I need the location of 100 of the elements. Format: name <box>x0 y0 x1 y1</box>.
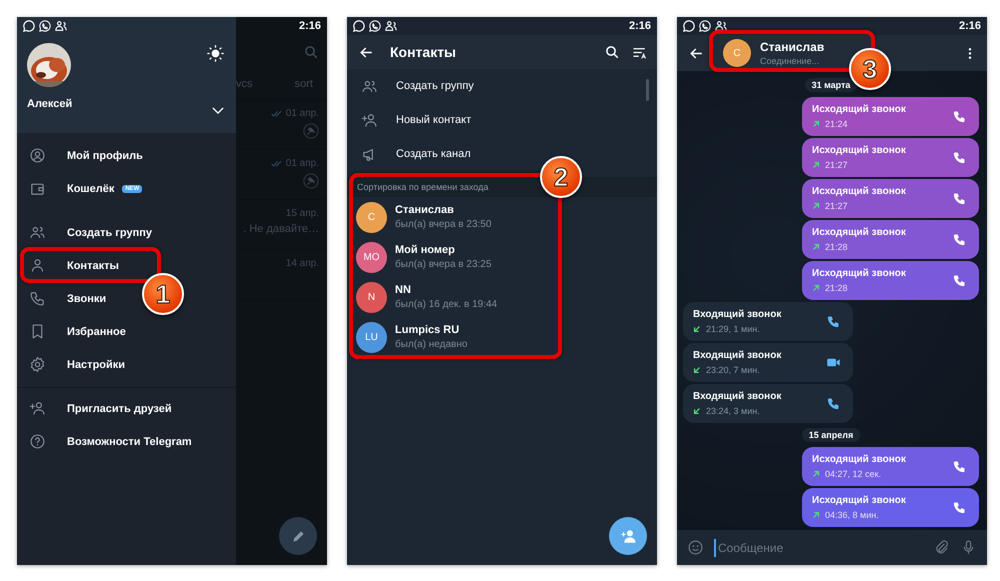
menu-item[interactable]: Избранное <box>17 315 130 348</box>
menu-item[interactable]: Мой профиль <box>17 139 147 172</box>
contact-item[interactable]: MO Мой номер был(а) вчера в 23:25 <box>347 237 657 277</box>
chat-date: 15 апр. <box>286 208 319 219</box>
people-icon <box>55 20 67 32</box>
call-title: Исходящий звонок <box>812 104 906 115</box>
call-message[interactable]: Входящий звонок 23:24, 3 мин. <box>683 384 853 423</box>
scrollbar[interactable] <box>646 79 649 101</box>
call-message[interactable]: Исходящий звонок 21:28 <box>802 220 979 259</box>
chat-date: 01 апр. <box>286 108 319 119</box>
profile-name: Алексей <box>27 98 72 110</box>
phone-bubble-icon <box>39 20 51 32</box>
message-composer[interactable]: Сообщение <box>677 530 987 565</box>
add-person-icon <box>361 112 378 128</box>
phone-icon <box>29 290 46 307</box>
people-icon <box>385 20 397 32</box>
people-icon <box>715 20 727 32</box>
outgoing-arrow-icon <box>812 243 820 251</box>
call-time: 23:20, 7 мин. <box>706 365 760 375</box>
status-time: 2:16 <box>958 20 981 32</box>
call-title: Исходящий звонок <box>812 186 906 197</box>
call-time: 21:28 <box>825 242 848 252</box>
call-message[interactable]: Исходящий звонок 21:28 <box>802 261 979 300</box>
incoming-arrow-icon <box>693 325 701 333</box>
section-header: Сортировка по времени захода <box>357 182 488 192</box>
call-message[interactable]: Входящий звонок 23:20, 7 мин. <box>683 343 853 382</box>
search-icon[interactable] <box>605 44 620 60</box>
call-time: 21:29, 1 мин. <box>706 324 760 334</box>
contact-item[interactable]: LU Lumpics RU был(а) недавно <box>347 317 657 357</box>
phone-icon[interactable] <box>952 232 967 247</box>
phone-icon[interactable] <box>826 396 841 411</box>
contact-status: был(а) 16 дек. в 19:44 <box>395 299 498 310</box>
menu-item[interactable]: Возможности Telegram <box>17 425 196 458</box>
status-time: 2:16 <box>628 20 651 32</box>
contact-item[interactable]: N NN был(а) 16 дек. в 19:44 <box>347 277 657 317</box>
add-contact-button[interactable] <box>609 517 647 555</box>
person-icon <box>29 257 46 274</box>
contact-avatar: MO <box>356 242 387 272</box>
menu-item[interactable]: Кошелёк <box>17 172 118 205</box>
contact-avatar: LU <box>356 322 387 352</box>
phone-icon[interactable] <box>952 500 967 515</box>
phone-icon[interactable] <box>826 314 841 329</box>
incoming-arrow-icon <box>693 407 701 415</box>
back-arrow-icon[interactable] <box>359 44 374 60</box>
contact-name: NN <box>395 284 412 296</box>
help-icon <box>29 433 46 450</box>
add-person-icon <box>29 400 46 417</box>
phone-icon[interactable] <box>952 109 967 124</box>
menu-item[interactable]: Звонки <box>17 282 110 315</box>
call-title: Исходящий звонок <box>812 495 906 506</box>
menu-item[interactable]: Пригласить друзей <box>17 392 176 425</box>
call-time: 04:27, 12 сек. <box>825 469 881 479</box>
message-input[interactable]: Сообщение <box>714 538 923 556</box>
call-title: Исходящий звонок <box>812 145 906 156</box>
compose-button[interactable] <box>279 517 317 555</box>
contact-name: Мой номер <box>395 244 456 256</box>
contact-status: был(а) недавно <box>395 339 468 350</box>
step-badge: 1 <box>142 273 184 315</box>
chat-bubble-icon <box>683 20 695 32</box>
call-title: Входящий звонок <box>693 309 782 320</box>
date-chip: 31 марта <box>804 78 858 92</box>
call-title: Входящий звонок <box>693 391 782 402</box>
phone-icon[interactable] <box>952 273 967 288</box>
status-time: 2:16 <box>298 20 321 32</box>
menu-item[interactable]: Создать группу <box>17 216 156 249</box>
outgoing-arrow-icon <box>812 470 820 478</box>
step-badge: 2 <box>540 156 582 198</box>
outgoing-arrow-icon <box>812 120 820 128</box>
brightness-icon[interactable] <box>207 45 224 62</box>
contact-item[interactable]: С Станислав был(а) вчера в 23:50 <box>347 197 657 237</box>
call-message[interactable]: Исходящий звонок 21:27 <box>802 179 979 218</box>
phone-icon[interactable] <box>952 459 967 474</box>
menu-item[interactable]: Настройки <box>17 348 130 381</box>
call-message[interactable]: Исходящий звонок 21:24 <box>802 97 979 136</box>
call-title: Входящий звонок <box>693 350 782 361</box>
action-item[interactable]: Создать группу <box>347 69 657 103</box>
phone-icon[interactable] <box>952 150 967 165</box>
call-message[interactable]: Исходящий звонок 21:27 <box>802 138 979 177</box>
incoming-arrow-icon <box>693 366 701 374</box>
chat-date: 14 апр. <box>286 258 319 269</box>
chevron-down-icon[interactable] <box>212 107 224 114</box>
contact-status: был(а) вчера в 23:25 <box>395 259 492 270</box>
screen-title: Контакты <box>390 44 458 60</box>
call-time: 21:27 <box>825 201 848 211</box>
phone-bubble-icon <box>699 20 711 32</box>
date-chip: 15 апреля <box>802 428 860 442</box>
settings-icon <box>29 356 46 373</box>
action-item[interactable]: Новый контакт <box>347 103 657 137</box>
emoji-icon[interactable] <box>687 539 704 556</box>
add-person-icon <box>620 528 636 544</box>
paperclip-icon[interactable] <box>933 539 950 556</box>
contact-avatar: N <box>356 282 387 312</box>
back-arrow-icon[interactable] <box>689 46 704 60</box>
phone-icon[interactable] <box>952 191 967 206</box>
connection-status: Соединение... <box>760 56 820 66</box>
menu-item[interactable]: Контакты <box>17 249 123 282</box>
call-message[interactable]: Входящий звонок 21:29, 1 мин. <box>683 302 853 341</box>
call-message[interactable]: Исходящий звонок 04:36, 8 мин. <box>802 488 979 527</box>
call-message[interactable]: Исходящий звонок 04:27, 12 сек. <box>802 447 979 486</box>
profile-icon <box>29 147 46 164</box>
